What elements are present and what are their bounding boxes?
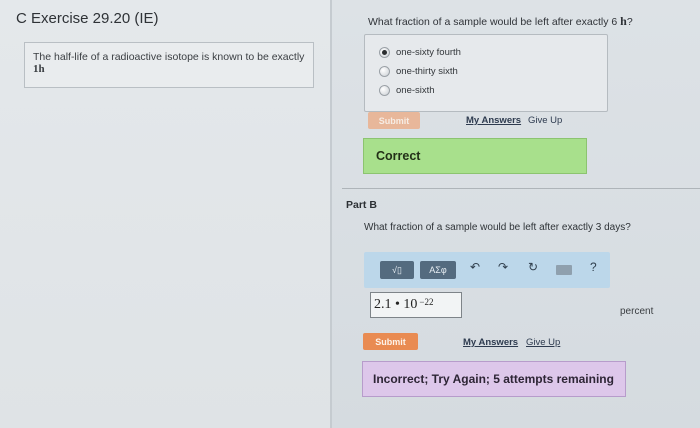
exercise-title: C Exercise 29.20 (IE) [16, 10, 159, 27]
reset-icon[interactable]: ↻ [528, 260, 538, 274]
answer-mantissa: 2.1 [374, 297, 392, 312]
part-a-question-end: ? [626, 16, 633, 28]
option-label: one-sixty fourth [396, 46, 461, 58]
option-one-sixth[interactable]: one-sixth [379, 82, 435, 98]
symbols-button[interactable]: ΑΣφ [420, 261, 456, 279]
answer-dot: • [395, 297, 400, 312]
option-one-thirty-sixth[interactable]: one-thirty sixth [379, 63, 458, 79]
help-icon[interactable]: ? [590, 260, 597, 274]
answer-base: 10 [403, 297, 418, 312]
problem-value: 1h [33, 63, 45, 75]
part-b-my-answers-link[interactable]: My Answers [463, 337, 518, 348]
templates-button[interactable]: √▯ [380, 261, 414, 279]
problem-text: The half-life of a radioactive isotope i… [33, 51, 305, 63]
part-a-give-up-link[interactable]: Give Up [528, 115, 562, 126]
left-panel: C Exercise 29.20 (IE) The half-life of a… [0, 0, 330, 428]
part-b-submit-button[interactable]: Submit [363, 333, 418, 350]
part-a-my-answers-link[interactable]: My Answers [466, 115, 521, 126]
redo-icon[interactable]: ↷ [498, 260, 508, 274]
answer-input[interactable]: 2.1 • 10 −22 [370, 292, 462, 318]
part-b-feedback: Incorrect; Try Again; 5 attempts remaini… [362, 361, 626, 397]
part-a-question-unit: h [620, 14, 627, 28]
keyboard-icon[interactable] [556, 265, 572, 275]
part-b-give-up-link[interactable]: Give Up [526, 337, 560, 348]
part-a-question-text: What fraction of a sample would be left … [368, 16, 618, 28]
problem-statement: The half-life of a radioactive isotope i… [24, 42, 314, 88]
part-b-question: What fraction of a sample would be left … [364, 222, 631, 233]
part-a-submit-button[interactable]: Submit [368, 112, 420, 129]
undo-icon[interactable]: ↶ [470, 260, 480, 274]
option-label: one-sixth [396, 84, 435, 96]
option-label: one-thirty sixth [396, 65, 458, 77]
radio-unselected[interactable] [379, 65, 390, 77]
option-one-sixty-fourth[interactable]: one-sixty fourth [379, 44, 461, 60]
radio-selected[interactable] [379, 46, 390, 58]
answer-exponent: −22 [419, 297, 434, 307]
answer-unit: percent [620, 306, 654, 317]
part-b-title: Part B [346, 199, 377, 211]
radio-unselected[interactable] [379, 84, 390, 96]
part-a-options: one-sixty fourth one-thirty sixth one-si… [364, 34, 608, 112]
part-divider [342, 188, 700, 189]
math-toolbar: √▯ ΑΣφ ↶ ↷ ↻ ? [364, 252, 610, 288]
part-a-question: What fraction of a sample would be left … [368, 14, 633, 29]
part-a-feedback: Correct [363, 138, 587, 174]
